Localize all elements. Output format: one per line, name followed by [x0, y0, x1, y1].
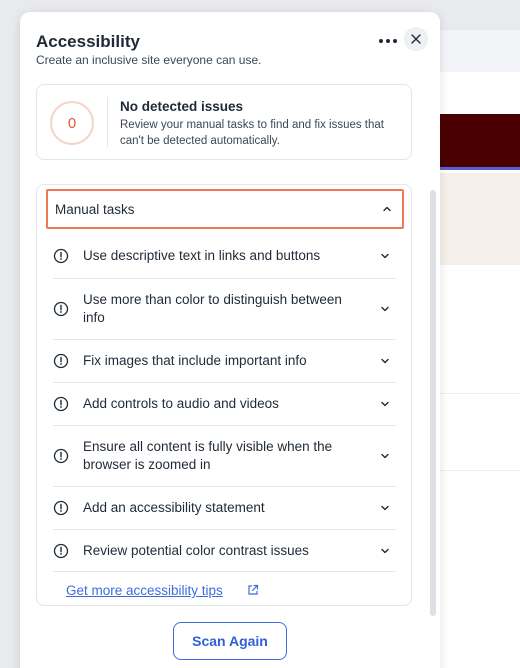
manual-tasks-section: Manual tasks Use descriptive text in lin… — [36, 184, 412, 606]
accessibility-panel: Accessibility Create an inclusive site e… — [20, 12, 440, 668]
issue-count-badge: 0 — [50, 101, 94, 145]
summary-description: Review your manual tasks to find and fix… — [120, 119, 384, 147]
task-label: Ensure all content is fully visible when… — [83, 439, 333, 472]
more-options-button[interactable] — [376, 30, 400, 52]
warning-icon — [53, 353, 69, 369]
accessibility-tips-link[interactable]: Get more accessibility tips — [66, 583, 223, 598]
summary-divider — [107, 97, 108, 147]
panel-subtitle: Create an inclusive site everyone can us… — [36, 53, 262, 67]
task-item-zoom-visibility[interactable]: Ensure all content is fully visible when… — [53, 425, 396, 486]
task-label: Add an accessibility statement — [83, 500, 265, 515]
close-button[interactable] — [404, 27, 428, 51]
chevron-down-icon — [381, 306, 389, 312]
summary-card: 0 No detected issues Review your manual … — [36, 84, 412, 160]
panel-title: Accessibility — [36, 32, 140, 51]
manual-tasks-header[interactable]: Manual tasks — [46, 189, 404, 229]
scan-again-button[interactable]: Scan Again — [173, 622, 287, 660]
background-card — [440, 394, 520, 470]
task-label: Add controls to audio and videos — [83, 396, 279, 411]
warning-icon — [53, 396, 69, 412]
chevron-down-icon — [381, 253, 389, 259]
manual-tasks-title: Manual tasks — [55, 201, 135, 217]
task-item-accessibility-statement[interactable]: Add an accessibility statement — [53, 486, 396, 529]
task-item-fix-images[interactable]: Fix images that include important info — [53, 339, 396, 382]
chevron-down-icon — [381, 505, 389, 511]
task-item-audio-video-controls[interactable]: Add controls to audio and videos — [53, 382, 396, 425]
task-item-color-contrast[interactable]: Review potential color contrast issues — [53, 529, 396, 572]
warning-icon — [53, 248, 69, 264]
external-link-icon[interactable] — [247, 584, 259, 596]
chevron-down-icon — [381, 453, 389, 459]
warning-icon — [53, 500, 69, 516]
warning-icon — [53, 448, 69, 464]
chevron-down-icon — [381, 401, 389, 407]
task-label: Review potential color contrast issues — [83, 543, 309, 558]
summary-title: No detected issues — [120, 99, 244, 114]
chevron-down-icon — [381, 548, 389, 554]
task-label: Use more than color to distinguish betwe… — [83, 292, 342, 325]
scrollbar[interactable] — [430, 190, 436, 616]
chevron-down-icon — [381, 358, 389, 364]
chevron-up-icon — [383, 206, 391, 212]
more-icon — [379, 39, 383, 43]
close-icon — [411, 34, 421, 44]
warning-icon — [53, 543, 69, 559]
task-label: Fix images that include important info — [83, 353, 307, 368]
task-item-color-distinguish[interactable]: Use more than color to distinguish betwe… — [53, 278, 396, 339]
warning-icon — [53, 301, 69, 317]
task-label: Use descriptive text in links and button… — [83, 248, 321, 263]
task-item-descriptive-text[interactable]: Use descriptive text in links and button… — [53, 235, 396, 278]
